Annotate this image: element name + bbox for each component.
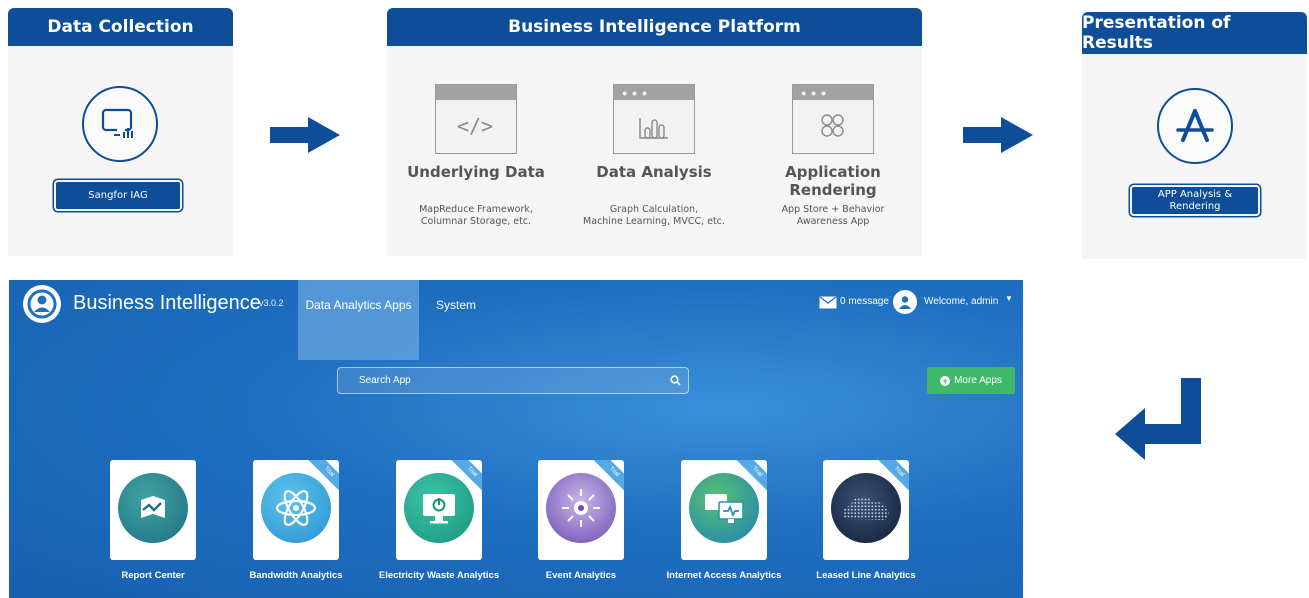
data-analysis-desc: Graph Calculation, Machine Learning, MVCC…	[583, 204, 725, 228]
code-window-icon: </>	[435, 84, 517, 154]
power-monitor-icon	[404, 473, 474, 543]
return-arrow-icon	[1115, 378, 1201, 460]
tab-system[interactable]: System	[436, 280, 476, 360]
plus-circle-icon: +	[940, 375, 951, 386]
app-tile-label[interactable]: Leased Line Analytics	[791, 570, 941, 581]
search-input[interactable]: Search App	[337, 367, 689, 394]
monitor-chart-icon	[82, 86, 158, 162]
app-tile-label[interactable]: Electricity Waste Analytics	[364, 570, 514, 581]
app-topbar: Business Intelligence v3.0.2 Data Analyt…	[9, 280, 1023, 360]
app-tile-event-analytics[interactable]: Trial	[538, 460, 624, 560]
panel-title: Business Intelligence Platform	[387, 8, 922, 46]
chart-window-icon: ● ● ●	[613, 84, 695, 154]
app-tile-label[interactable]: Report Center	[78, 570, 228, 581]
panel-title: Presentation of Results	[1082, 12, 1307, 54]
welcome-user[interactable]: Welcome, admin	[924, 296, 998, 307]
app-tile-electricity-waste-analytics[interactable]: Trial	[396, 460, 482, 560]
right-arrow-icon	[963, 117, 1033, 153]
app-tile-internet-access-analytics[interactable]: Trial	[681, 460, 767, 560]
app-tile-report-center[interactable]	[110, 460, 196, 560]
report-icon	[118, 473, 188, 543]
app-version: v3.0.2	[259, 298, 284, 308]
right-arrow-icon	[270, 117, 340, 153]
app-tile-label[interactable]: Internet Access Analytics	[649, 570, 799, 581]
underlying-data-desc: MapReduce Framework, Columnar Storage, et…	[419, 204, 533, 228]
application-rendering-desc: App Store + Behavior Awareness App	[781, 204, 885, 228]
application-rendering-title: Application Rendering	[785, 163, 881, 199]
app-tile-leased-line-analytics[interactable]: Trial	[823, 460, 909, 560]
svg-text:</>: </>	[457, 114, 493, 138]
search-icon[interactable]	[670, 375, 681, 386]
tab-data-analytics-apps[interactable]: Data Analytics Apps	[298, 280, 419, 360]
more-apps-button[interactable]: + More Apps	[927, 367, 1015, 394]
sangfor-iag-button[interactable]: Sangfor IAG	[56, 182, 180, 209]
app-analysis-rendering-button[interactable]: APP Analysis & Rendering	[1132, 187, 1258, 214]
data-analysis-title: Data Analysis	[596, 163, 712, 181]
atom-icon	[261, 473, 331, 543]
app-store-icon	[1157, 88, 1233, 164]
event-icon	[546, 473, 616, 543]
avatar[interactable]	[893, 290, 917, 314]
app-brand-name: Business Intelligence	[73, 292, 261, 314]
cloud-dots-icon	[831, 473, 901, 543]
data-collection-panel: Data Collection Sangfor IAG	[8, 8, 233, 256]
panel-title: Data Collection	[8, 8, 233, 46]
monitors-icon	[689, 473, 759, 543]
user-circle-logo-icon	[23, 285, 61, 323]
underlying-data-title: Underlying Data	[407, 163, 545, 181]
app-tile-label[interactable]: Event Analytics	[506, 570, 656, 581]
app-tile-bandwidth-analytics[interactable]: Trial	[253, 460, 339, 560]
bi-app-screenshot: Business Intelligence v3.0.2 Data Analyt…	[9, 280, 1023, 598]
app-tile-label[interactable]: Bandwidth Analytics	[221, 570, 371, 581]
chevron-down-icon[interactable]: ▼	[1005, 294, 1013, 303]
message-count[interactable]: 0 message	[840, 296, 889, 307]
presentation-panel: Presentation of Results APP Analysis & Re…	[1082, 12, 1307, 259]
bi-platform-panel: Business Intelligence Platform </> Under…	[387, 8, 922, 256]
envelope-icon[interactable]	[819, 296, 837, 309]
apps-window-icon: ● ● ●	[792, 84, 874, 154]
